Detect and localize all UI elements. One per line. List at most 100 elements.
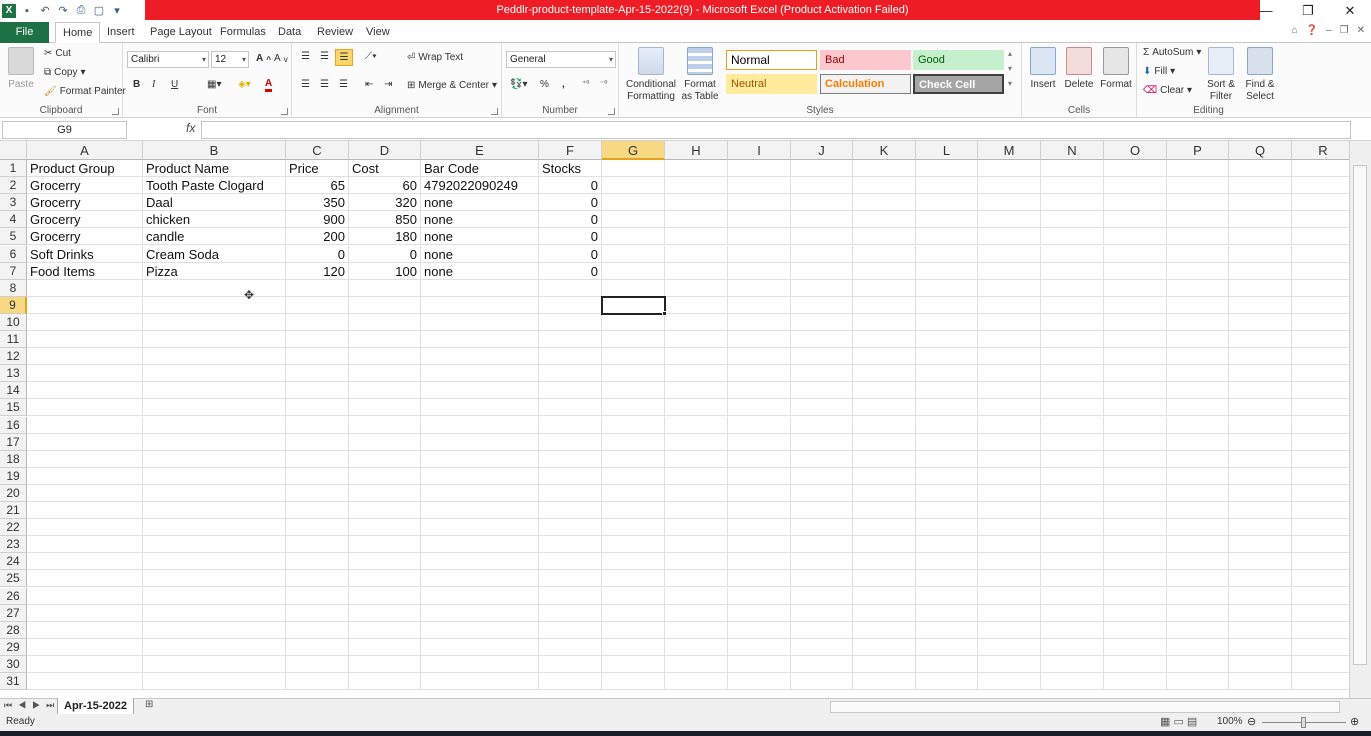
cell-l13[interactable] (916, 365, 978, 383)
undo-icon[interactable]: ↶ (38, 4, 52, 18)
cell-r13[interactable] (1292, 365, 1349, 383)
cell-j4[interactable] (791, 211, 853, 229)
cell-q29[interactable] (1229, 638, 1292, 656)
cell-e30[interactable] (421, 655, 539, 673)
cell-j14[interactable] (791, 382, 853, 400)
align-left-icon[interactable]: ☰ (301, 79, 310, 90)
cell-l31[interactable] (916, 673, 978, 691)
cell-h5[interactable] (665, 228, 728, 246)
cell-d4[interactable]: 850 (349, 211, 421, 229)
cell-r29[interactable] (1292, 639, 1349, 656)
cell-a22[interactable] (27, 519, 143, 537)
cell-l17[interactable] (916, 433, 978, 451)
cell-c29[interactable] (286, 638, 349, 656)
cell-d27[interactable] (349, 604, 421, 622)
cell-l19[interactable] (916, 467, 978, 485)
cell-f25[interactable] (539, 570, 602, 588)
cell-q11[interactable] (1229, 331, 1292, 349)
column-header-a[interactable]: A (27, 141, 143, 160)
cell-i2[interactable] (728, 177, 791, 195)
cell-f29[interactable] (539, 638, 602, 656)
cell-q30[interactable] (1229, 655, 1292, 673)
cell-q28[interactable] (1229, 621, 1292, 639)
cell-b21[interactable] (143, 502, 286, 520)
cell-b10[interactable] (143, 313, 286, 331)
cell-o21[interactable] (1104, 502, 1167, 520)
row-header-11[interactable]: 11 (0, 331, 27, 349)
cell-h7[interactable] (665, 262, 728, 280)
cell-c2[interactable]: 65 (286, 177, 349, 195)
cell-r22[interactable] (1292, 519, 1349, 537)
cell-i11[interactable] (728, 331, 791, 349)
font-name-select[interactable]: Calibri (127, 51, 209, 68)
cell-c1[interactable]: Price (286, 160, 349, 178)
cell-i13[interactable] (728, 365, 791, 383)
cell-g11[interactable] (602, 331, 665, 349)
cell-j20[interactable] (791, 484, 853, 502)
cell-m21[interactable] (978, 502, 1041, 520)
cell-k27[interactable] (853, 604, 916, 622)
cell-n14[interactable] (1041, 382, 1104, 400)
cell-c28[interactable] (286, 621, 349, 639)
cell-b28[interactable] (143, 621, 286, 639)
cell-p18[interactable] (1167, 450, 1229, 468)
accounting-format-icon[interactable]: 💱▾ (510, 79, 527, 90)
cell-g6[interactable] (602, 245, 665, 263)
zoom-in-icon[interactable]: ⊕ (1350, 715, 1359, 728)
cell-f18[interactable] (539, 450, 602, 468)
cell-e9[interactable] (421, 296, 539, 314)
tab-view[interactable]: View (359, 22, 397, 43)
cell-g21[interactable] (602, 502, 665, 520)
cell-p28[interactable] (1167, 621, 1229, 639)
cell-c30[interactable] (286, 655, 349, 673)
cell-k26[interactable] (853, 587, 916, 605)
fill-handle[interactable] (662, 310, 667, 316)
cell-c5[interactable]: 200 (286, 228, 349, 246)
cell-d2[interactable]: 60 (349, 177, 421, 195)
cell-o17[interactable] (1104, 433, 1167, 451)
cell-e13[interactable] (421, 365, 539, 383)
row-header-6[interactable]: 6 (0, 245, 27, 263)
cell-g30[interactable] (602, 655, 665, 673)
cell-m19[interactable] (978, 467, 1041, 485)
cell-j19[interactable] (791, 467, 853, 485)
cell-b22[interactable] (143, 519, 286, 537)
row-header-29[interactable]: 29 (0, 638, 27, 656)
cell-g12[interactable] (602, 348, 665, 366)
cell-o24[interactable] (1104, 553, 1167, 571)
cell-m13[interactable] (978, 365, 1041, 383)
cell-j18[interactable] (791, 450, 853, 468)
cell-f20[interactable] (539, 484, 602, 502)
cell-p24[interactable] (1167, 553, 1229, 571)
cell-i12[interactable] (728, 348, 791, 366)
cell-h30[interactable] (665, 655, 728, 673)
cell-p16[interactable] (1167, 416, 1229, 434)
cell-o31[interactable] (1104, 673, 1167, 691)
cell-e28[interactable] (421, 621, 539, 639)
cell-e8[interactable] (421, 279, 539, 297)
cell-g3[interactable] (602, 194, 665, 212)
cell-q22[interactable] (1229, 519, 1292, 537)
zoom-out-icon[interactable]: ⊖ (1247, 715, 1256, 728)
cell-r9[interactable] (1292, 297, 1349, 314)
decrease-indent-icon[interactable]: ⇤ (365, 79, 373, 90)
cell-n20[interactable] (1041, 484, 1104, 502)
cell-e15[interactable] (421, 399, 539, 417)
cell-j10[interactable] (791, 313, 853, 331)
cell-e2[interactable]: 4792022090249 (421, 177, 539, 195)
cell-m24[interactable] (978, 553, 1041, 571)
horizontal-scrollbar[interactable] (830, 701, 1340, 713)
cell-o16[interactable] (1104, 416, 1167, 434)
select-all-corner[interactable] (0, 141, 27, 160)
cell-m4[interactable] (978, 211, 1041, 229)
row-header-16[interactable]: 16 (0, 416, 27, 434)
cell-i9[interactable] (728, 296, 791, 314)
save-icon[interactable]: ▪ (20, 4, 34, 18)
increase-indent-icon[interactable]: ⇥ (384, 79, 392, 90)
cell-d31[interactable] (349, 673, 421, 691)
cell-e14[interactable] (421, 382, 539, 400)
cell-f30[interactable] (539, 655, 602, 673)
cell-d15[interactable] (349, 399, 421, 417)
row-header-25[interactable]: 25 (0, 570, 27, 588)
cell-f23[interactable] (539, 536, 602, 554)
